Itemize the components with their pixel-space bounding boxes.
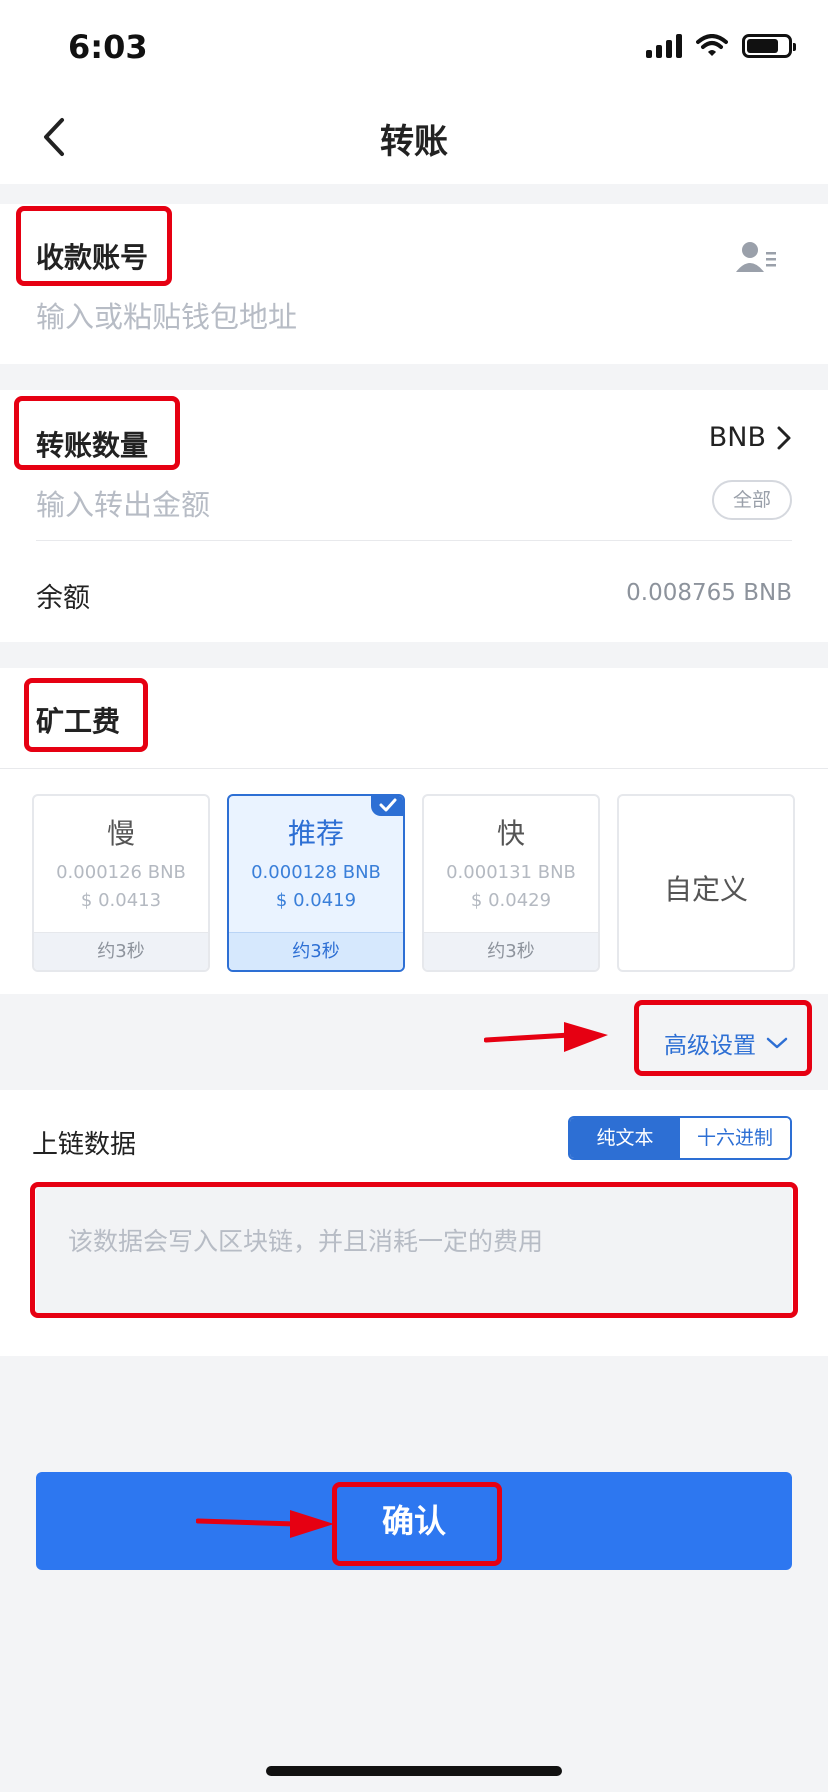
fee-option-amount: 0.000126 BNB (56, 862, 186, 883)
fee-option-recommended[interactable]: 推荐 0.000128 BNB $ 0.0419 约3秒 (227, 794, 405, 972)
status-bar: 6:03 (0, 0, 828, 92)
fee-option-usd: $ 0.0429 (470, 890, 552, 911)
amount-input[interactable]: 输入转出金额 (36, 482, 210, 524)
annotation-box-confirm (332, 1482, 502, 1566)
address-book-icon[interactable] (736, 240, 778, 274)
format-plain-text-tab[interactable]: 纯文本 (570, 1118, 680, 1158)
status-icons (646, 34, 796, 58)
home-indicator (266, 1766, 562, 1776)
annotation-box-chain-data (30, 1182, 798, 1318)
fee-option-custom-label: 自定义 (663, 873, 748, 906)
format-hex-tab[interactable]: 十六进制 (680, 1118, 790, 1158)
wifi-icon (696, 34, 728, 56)
fee-option-name: 推荐 (287, 817, 344, 850)
fee-divider (0, 768, 828, 769)
all-amount-button[interactable]: 全部 (712, 480, 792, 520)
annotation-box-fee (24, 678, 148, 752)
annotation-box-amount (14, 396, 180, 470)
fee-option-usd: $ 0.0419 (275, 890, 357, 911)
token-selector[interactable]: BNB (709, 422, 792, 453)
fee-option-name: 慢 (106, 817, 135, 850)
fee-option-eta: 约3秒 (229, 932, 403, 970)
fee-option-custom[interactable]: 自定义 (617, 794, 795, 972)
recipient-address-input[interactable]: 输入或粘贴钱包地址 (36, 294, 297, 336)
balance-value: 0.008765 BNB (626, 580, 792, 606)
status-time: 6:03 (68, 28, 148, 66)
fee-option-slow[interactable]: 慢 0.000126 BNB $ 0.0413 约3秒 (32, 794, 210, 972)
nav-bar: 转账 (0, 92, 828, 184)
annotation-arrow-advanced (484, 1022, 608, 1052)
fee-option-name: 快 (496, 817, 525, 850)
annotation-box-advanced (634, 1000, 812, 1076)
token-symbol: BNB (708, 422, 766, 453)
amount-divider (36, 540, 792, 541)
fee-option-amount: 0.000128 BNB (251, 862, 381, 883)
battery-icon (742, 34, 796, 58)
fee-option-eta: 约3秒 (424, 932, 598, 970)
annotation-box-recipient (16, 206, 172, 286)
annotation-arrow-confirm (196, 1510, 334, 1538)
fee-option-usd: $ 0.0413 (80, 890, 162, 911)
fee-option-eta: 约3秒 (34, 932, 208, 970)
page-title: 转账 (380, 122, 448, 162)
fee-option-fast[interactable]: 快 0.000131 BNB $ 0.0429 约3秒 (422, 794, 600, 972)
balance-label: 余额 (36, 583, 90, 614)
chevron-right-icon (777, 426, 791, 449)
chain-data-label: 上链数据 (32, 1130, 137, 1160)
fee-option-amount: 0.000131 BNB (446, 862, 576, 883)
cellular-signal-icon (646, 34, 682, 58)
data-format-toggle: 纯文本 十六进制 (568, 1116, 792, 1160)
